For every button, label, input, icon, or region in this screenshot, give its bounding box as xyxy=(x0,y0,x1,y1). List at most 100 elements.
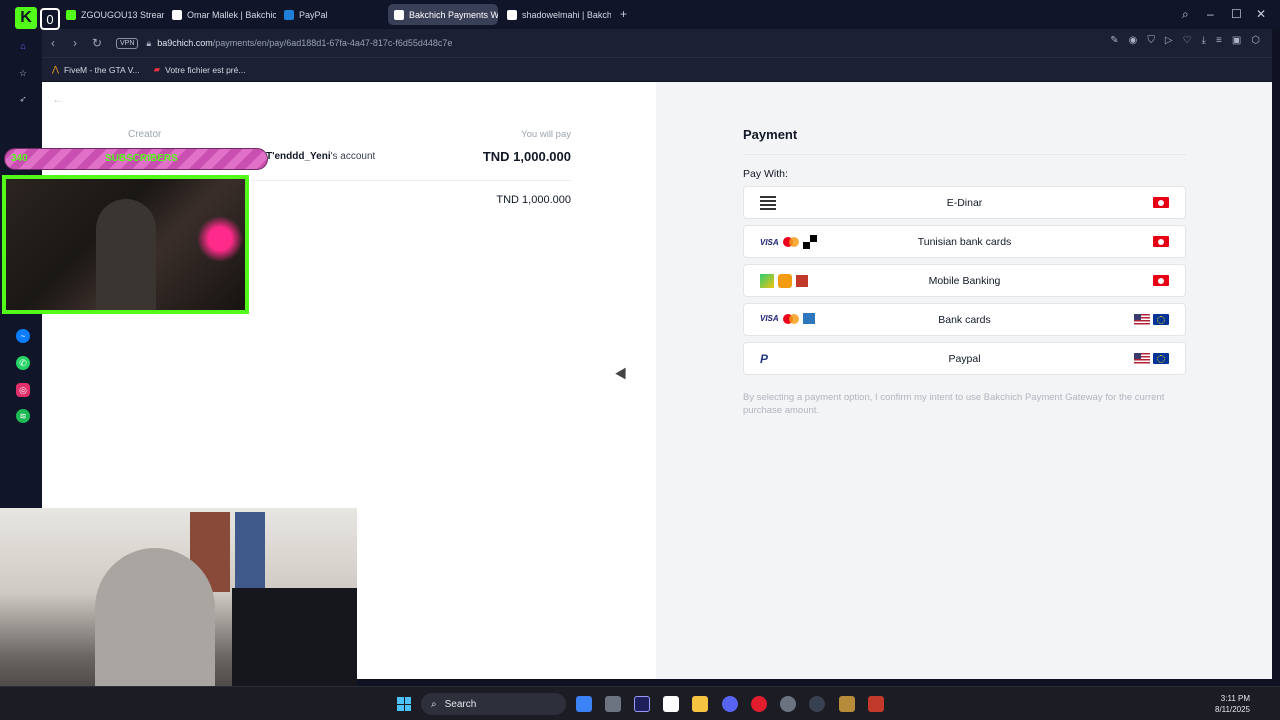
visa-icon: VISA xyxy=(760,237,779,247)
subscriber-label: SUBSCRIBERS xyxy=(105,153,178,164)
bakchich-favicon-icon xyxy=(172,9,182,20)
download-icon[interactable]: ⤓ xyxy=(1202,35,1206,46)
monitor xyxy=(232,588,357,698)
stream-logo-icon: 0 xyxy=(40,8,60,30)
us-flag-icon xyxy=(1134,353,1150,364)
tab-label: Bakchich Payments Work xyxy=(409,9,498,20)
method-paypal[interactable]: P Paypal xyxy=(743,342,1186,375)
bookmark-file[interactable]: ▰ Votre fichier est pré... xyxy=(154,64,246,75)
tunisia-flag-icon xyxy=(1153,197,1169,208)
method-mobile-banking[interactable]: Mobile Banking xyxy=(743,264,1186,297)
lock-icon[interactable]: 🔒︎ xyxy=(146,38,151,49)
clock-date: 8/11/2025 xyxy=(1215,705,1250,714)
method-flags xyxy=(1153,275,1169,286)
close-icon[interactable]: ✕ xyxy=(1256,6,1266,22)
forward-icon[interactable]: › xyxy=(64,36,86,50)
tab-search-icon[interactable]: ⌕ xyxy=(1182,6,1189,22)
minimize-icon[interactable]: – xyxy=(1207,6,1214,22)
neon-light xyxy=(196,209,244,269)
spotify-icon[interactable]: ≋ xyxy=(16,409,30,423)
heart-icon[interactable]: ♡ xyxy=(1183,35,1192,46)
paypal-icon: P xyxy=(760,352,769,366)
method-name: Mobile Banking xyxy=(928,274,1001,287)
reload-icon[interactable]: ↻ xyxy=(86,36,108,50)
method-bank-cards[interactable]: VISA Bank cards xyxy=(743,303,1186,336)
league-icon[interactable] xyxy=(839,696,855,712)
new-tab-button[interactable]: + xyxy=(620,6,627,22)
subtotal-amount: TND 1,000.000 xyxy=(496,194,571,206)
payment-title: Payment xyxy=(743,127,798,142)
app-icon[interactable] xyxy=(868,696,884,712)
search-icon: ⌕ xyxy=(431,698,437,710)
todo-icon[interactable] xyxy=(576,696,592,712)
taskbar-search[interactable]: ⌕ Search xyxy=(421,693,566,715)
method-flags xyxy=(1134,314,1169,325)
back-arrow-icon[interactable]: ← xyxy=(52,92,64,106)
tab-zgougou-stream[interactable]: ZGOUGOU13 Stream xyxy=(60,4,164,25)
vpn-badge[interactable]: VPN xyxy=(116,37,139,49)
method-name: E-Dinar xyxy=(946,196,983,209)
method-flags xyxy=(1134,353,1169,364)
edinar-icon xyxy=(760,196,776,210)
method-flags xyxy=(1153,197,1169,208)
capcut-icon[interactable] xyxy=(663,696,679,712)
whatsapp-icon[interactable]: ✆ xyxy=(16,356,30,370)
app-icon[interactable] xyxy=(605,696,621,712)
discord-icon[interactable] xyxy=(722,696,738,712)
total-amount: TND 1,000.000 xyxy=(482,149,571,164)
extensions-icon[interactable]: ⬡ xyxy=(1251,35,1260,46)
after-effects-icon[interactable] xyxy=(634,696,650,712)
bookmark-label: FiveM - the GTA V... xyxy=(63,64,140,75)
url-path: /payments/en/pay/6ad188d1-67fa-4a47-817c… xyxy=(212,38,453,48)
tab-shadowelmahi[interactable]: shadowelmahi | Bakchich xyxy=(501,4,611,25)
rocket-icon[interactable]: ➶ xyxy=(16,92,30,106)
messenger-icon[interactable]: ~ xyxy=(16,329,30,343)
tab-omar-mallek[interactable]: Omar Mallek | Bakchich p xyxy=(166,4,276,25)
back-icon[interactable]: ‹ xyxy=(42,36,64,50)
app-icon[interactable] xyxy=(809,696,825,712)
instagram-icon[interactable]: ◎ xyxy=(16,383,30,397)
address-bar: ‹ › ↻ VPN 🔒︎ ba9chich.com/payments/en/pa… xyxy=(42,29,1272,57)
url-host: ba9chich.com xyxy=(157,38,213,48)
bookmark-fivem[interactable]: ⋀ FiveM - the GTA V... xyxy=(52,64,140,75)
system-clock[interactable]: 3:11 PM 8/11/2025 xyxy=(1215,693,1250,715)
account-suffix: 's account xyxy=(330,151,376,162)
method-tunisian-bank-cards[interactable]: VISA Tunisian bank cards xyxy=(743,225,1186,258)
maximize-icon[interactable]: ☐ xyxy=(1231,6,1242,22)
mastercard-icon xyxy=(782,237,799,247)
tab-bakchich-payments[interactable]: Bakchich Payments Work xyxy=(388,4,498,25)
menu-icon[interactable]: ≡ xyxy=(1216,35,1222,46)
search-label: Search xyxy=(444,698,477,710)
payment-panel: Payment Pay With: E-Dinar VISA Tunisian … xyxy=(656,82,1272,679)
kick-favicon-icon xyxy=(66,9,76,20)
creator-label: Creator xyxy=(128,129,162,140)
tunisia-flag-icon xyxy=(1153,236,1169,247)
profile-icon[interactable]: ▣ xyxy=(1232,35,1241,46)
shield-icon[interactable]: ⛉ xyxy=(1147,35,1155,46)
visa-icon: VISA xyxy=(760,314,779,323)
play-icon[interactable]: ▷ xyxy=(1165,35,1173,46)
opera-icon[interactable] xyxy=(751,696,767,712)
url-field[interactable]: ba9chich.com/payments/en/pay/6ad188d1-67… xyxy=(157,38,452,48)
paypal-favicon-icon xyxy=(284,9,294,20)
subscriber-count: 340 xyxy=(11,153,28,164)
tab-label: Omar Mallek | Bakchich p xyxy=(187,9,276,20)
method-name: Paypal xyxy=(948,352,981,365)
obs-icon[interactable] xyxy=(780,696,796,712)
webcam-overlay-top xyxy=(2,175,249,314)
tab-paypal[interactable]: PayPal xyxy=(278,4,386,25)
windows-start-icon[interactable] xyxy=(397,697,411,711)
eu-flag-icon xyxy=(1153,314,1169,325)
camera-icon[interactable]: ◉ xyxy=(1129,35,1138,46)
bakchich-favicon-icon xyxy=(394,9,404,20)
edinar-logos xyxy=(760,196,776,210)
clock-time: 3:11 PM xyxy=(1220,694,1250,703)
eu-flag-icon xyxy=(1153,353,1169,364)
star-icon[interactable]: ☆ xyxy=(16,66,30,80)
kick-logo-icon: K xyxy=(15,7,37,29)
method-edinar[interactable]: E-Dinar xyxy=(743,186,1186,219)
home-icon[interactable]: ⌂ xyxy=(16,39,30,53)
windows-taskbar: ⌕ Search 3:11 PM 8/11/2025 xyxy=(0,686,1280,720)
edit-icon[interactable]: ✎ xyxy=(1110,35,1118,46)
file-explorer-icon[interactable] xyxy=(692,696,708,712)
